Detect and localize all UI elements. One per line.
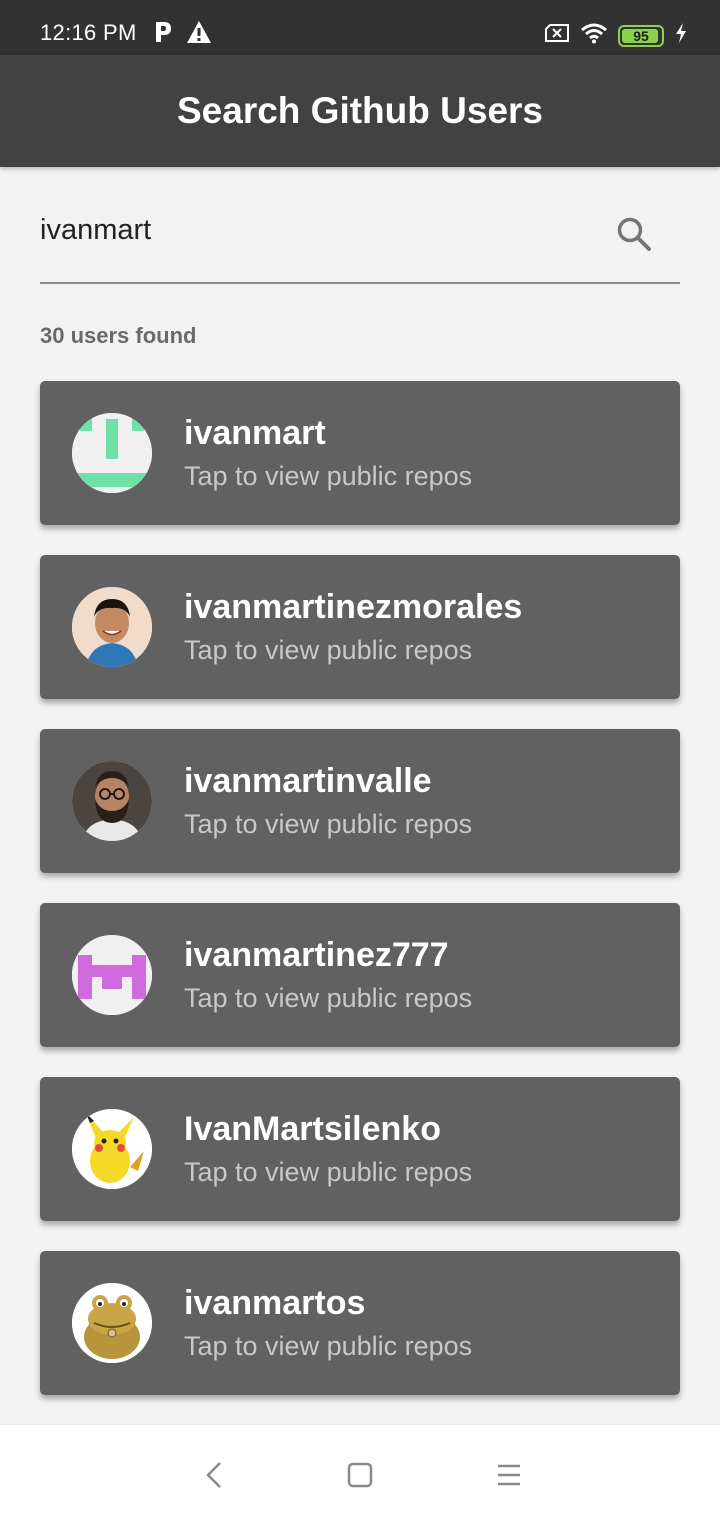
search-icon[interactable]	[615, 215, 653, 253]
user-card[interactable]: ivanmartinvalle Tap to view public repos	[40, 729, 680, 873]
user-subtitle: Tap to view public repos	[184, 983, 473, 1013]
user-card[interactable]: ivanmartos Tap to view public repos	[40, 1251, 680, 1395]
user-list: ivanmart Tap to view public repos ivanma…	[40, 381, 680, 1425]
avatar	[72, 413, 152, 493]
system-nav-bar	[0, 1424, 720, 1520]
user-card[interactable]: ivanmart Tap to view public repos	[40, 381, 680, 525]
user-card[interactable]: ivanmartinez777 Tap to view public repos	[40, 903, 680, 1047]
bearded-man-photo-image	[72, 761, 152, 841]
home-icon[interactable]	[346, 1461, 374, 1489]
avatar	[72, 587, 152, 667]
menu-icon[interactable]	[496, 1463, 522, 1487]
page-title: Search Github Users	[176, 90, 543, 131]
avatar	[72, 1109, 152, 1189]
status-left-icons	[152, 20, 212, 49]
user-subtitle: Tap to view public repos	[184, 461, 473, 491]
username: IvanMartsilenko	[184, 1110, 441, 1148]
user-subtitle: Tap to view public repos	[184, 1331, 473, 1361]
menu-button[interactable]	[487, 1453, 531, 1497]
username: ivanmartinez777	[184, 936, 449, 974]
user-card[interactable]: ivanmartinezmorales Tap to view public r…	[40, 555, 680, 699]
back-button[interactable]	[192, 1453, 236, 1497]
back-icon[interactable]	[202, 1460, 226, 1490]
purple-identicon-image	[72, 935, 152, 1015]
wifi-icon	[580, 22, 608, 49]
app-bar: Search Github Users	[0, 55, 720, 167]
pikachu-image	[72, 1109, 152, 1189]
user-card[interactable]: IvanMartsilenko Tap to view public repos	[40, 1077, 680, 1221]
user-subtitle: Tap to view public repos	[184, 635, 473, 665]
avatar	[72, 761, 152, 841]
username: ivanmartinezmorales	[184, 588, 523, 626]
parking-icon	[152, 20, 174, 49]
status-time: 12:16 PM	[40, 20, 137, 45]
username: ivanmart	[184, 414, 326, 452]
user-subtitle: Tap to view public repos	[184, 809, 473, 839]
username: ivanmartinvalle	[184, 762, 432, 800]
avatar	[72, 935, 152, 1015]
toad-cartoon-image	[72, 1283, 152, 1363]
username: ivanmartos	[184, 1284, 366, 1322]
search-input[interactable]: ivanmart	[40, 214, 151, 247]
user-subtitle: Tap to view public repos	[184, 1157, 473, 1187]
avatar	[72, 1283, 152, 1363]
status-bar: 12:16 PM 95	[0, 0, 720, 55]
smiling-man-photo-image	[72, 587, 152, 667]
warning-icon	[186, 20, 212, 49]
search-field[interactable]: ivanmart	[40, 196, 680, 284]
search-button[interactable]	[612, 212, 656, 256]
battery-level-text: 95	[633, 27, 649, 44]
charging-icon	[674, 22, 688, 49]
battery-icon: 95	[618, 24, 664, 47]
sim-x-icon	[544, 23, 570, 48]
results-count: 30 users found	[40, 323, 197, 348]
green-identicon-image	[72, 413, 152, 493]
home-button[interactable]	[338, 1453, 382, 1497]
status-right-icons: 95	[544, 22, 688, 49]
